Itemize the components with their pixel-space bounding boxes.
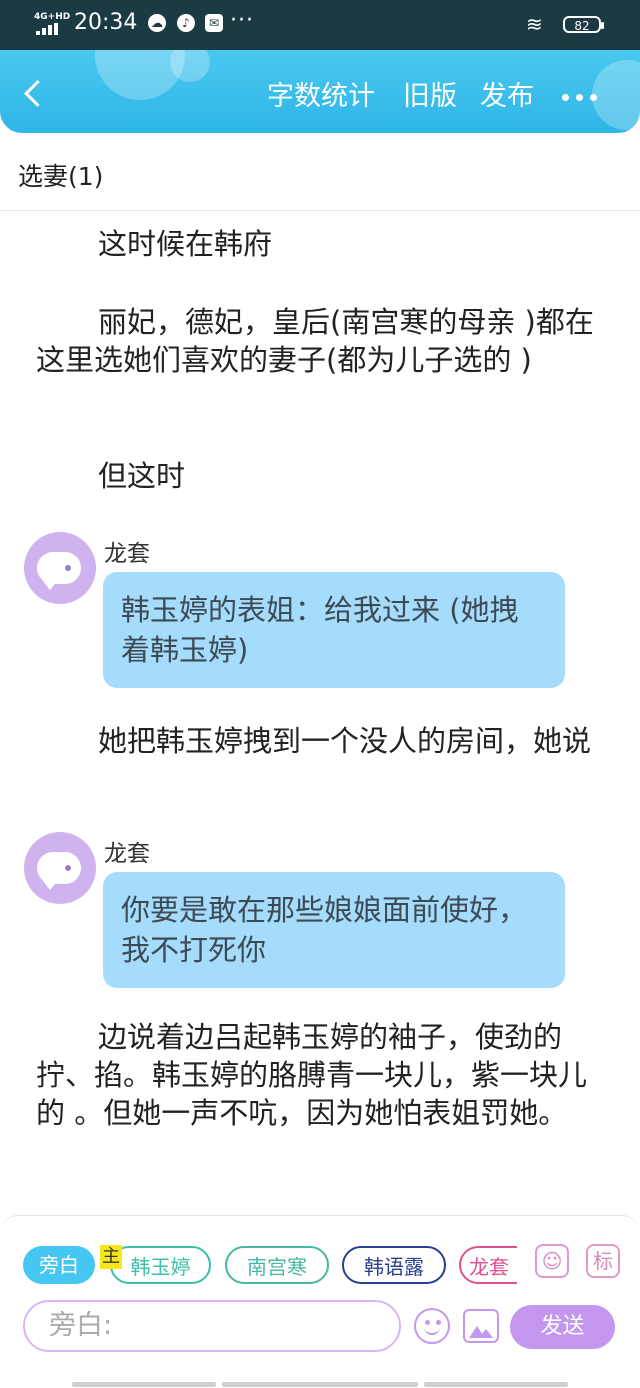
mail-icon: ✉ xyxy=(205,14,223,32)
role-chip-nangong-han[interactable]: 南宫寒 xyxy=(225,1246,329,1284)
narration-paragraph[interactable]: 边说着边吕起韩玉婷的袖子，使劲的拧、掐。韩玉婷的胳膊青一块儿，紫一块儿的 。但她… xyxy=(36,1018,606,1132)
battery-icon: 82 xyxy=(563,16,604,33)
paragraph-text: 但这时 xyxy=(98,459,186,493)
status-time: 20:34 xyxy=(74,10,138,35)
paragraph-text: 这时候在韩府 xyxy=(98,227,273,261)
input-panel: 旁白 韩玉婷 主 南宫寒 韩语露 龙套 ☺ 标 旁白: 发送 xyxy=(0,1215,640,1388)
app-header: 字数统计 旧版 发布 xyxy=(0,50,640,133)
narration-paragraph[interactable]: 这时候在韩府 xyxy=(36,225,606,263)
signal-icon xyxy=(36,23,66,35)
add-role-icon[interactable]: ☺ xyxy=(535,1244,569,1278)
paragraph-text: 边说着边吕起韩玉婷的袖子，使劲的拧、掐。韩玉婷的胳膊青一块儿，紫一块儿的 。但她… xyxy=(36,1020,588,1130)
decor-bubble xyxy=(170,50,210,82)
network-indicator: 4G+HD xyxy=(34,12,71,22)
mark-button[interactable]: 标 xyxy=(586,1244,620,1278)
nav-bar xyxy=(424,1382,568,1387)
nav-bar xyxy=(222,1382,418,1387)
emoji-icon[interactable] xyxy=(414,1308,450,1344)
paragraph-text: 丽妃，德妃，皇后(南宫寒的母亲 )都在这里选她们喜欢的妻子(都为儿子选的 ) xyxy=(36,305,594,377)
avatar[interactable] xyxy=(24,532,96,604)
chat-bubble-icon xyxy=(37,852,81,890)
more-notifications-icon: ··· xyxy=(230,8,254,33)
role-chip-narration[interactable]: 旁白 xyxy=(23,1246,95,1284)
speaker-name: 龙套 xyxy=(104,541,150,567)
status-bar: 4G+HD 20:34 ☁ ♪ ✉ ··· ≋ 82 xyxy=(0,0,640,50)
speaker-name: 龙套 xyxy=(104,841,150,867)
paragraph-text: 她把韩玉婷拽到一个没人的房间，她说 xyxy=(98,724,592,758)
divider xyxy=(0,210,640,211)
role-chip-han-yuting[interactable]: 韩玉婷 xyxy=(110,1246,211,1284)
chat-bubble-icon xyxy=(37,552,81,590)
cloud-icon: ☁ xyxy=(148,14,166,32)
wifi-icon: ≋ xyxy=(526,12,543,36)
word-count-button[interactable]: 字数统计 xyxy=(267,80,375,114)
message-input[interactable]: 旁白: xyxy=(23,1300,401,1352)
publish-button[interactable]: 发布 xyxy=(480,80,534,114)
dialogue-bubble[interactable]: 你要是敢在那些娘娘面前使好，我不打死你 xyxy=(103,872,565,988)
narration-paragraph[interactable]: 但这时 xyxy=(36,457,606,495)
chapter-title[interactable]: 选妻(1) xyxy=(18,157,103,193)
avatar[interactable] xyxy=(24,832,96,904)
send-button[interactable]: 发送 xyxy=(510,1305,615,1349)
narration-paragraph[interactable]: 她把韩玉婷拽到一个没人的房间，她说 xyxy=(36,722,606,760)
more-icon[interactable] xyxy=(562,94,598,104)
old-version-button[interactable]: 旧版 xyxy=(403,80,457,114)
role-chip-han-yulu[interactable]: 韩语露 xyxy=(342,1246,446,1284)
music-icon: ♪ xyxy=(177,14,195,32)
nav-bar xyxy=(72,1382,216,1387)
main-role-tag: 主 xyxy=(100,1245,122,1269)
image-icon[interactable] xyxy=(463,1309,499,1343)
narration-paragraph[interactable]: 丽妃，德妃，皇后(南宫寒的母亲 )都在这里选她们喜欢的妻子(都为儿子选的 ) xyxy=(36,303,606,379)
back-icon[interactable] xyxy=(20,72,56,112)
decor-bubble xyxy=(592,60,640,130)
role-chip-longtao[interactable]: 龙套 xyxy=(459,1246,517,1284)
dialogue-bubble[interactable]: 韩玉婷的表姐：给我过来 (她拽着韩玉婷) xyxy=(103,572,565,688)
